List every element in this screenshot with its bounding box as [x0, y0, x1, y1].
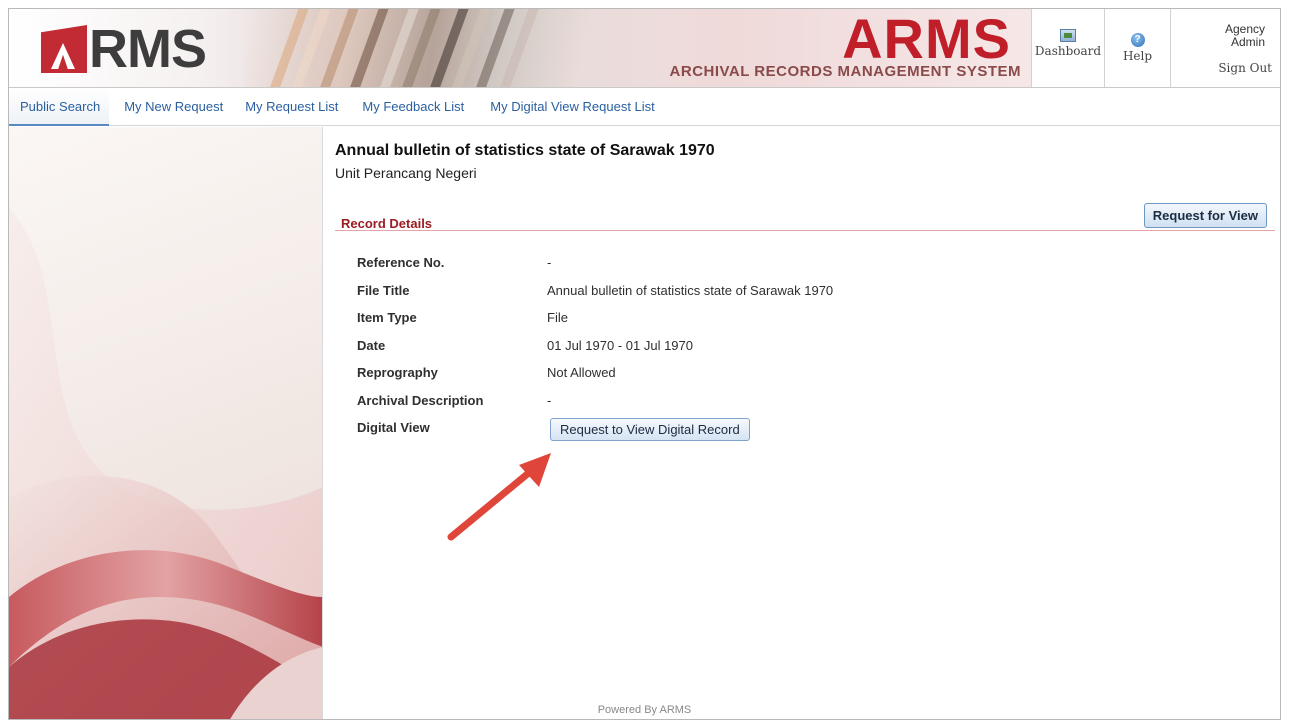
- tab-public-search[interactable]: Public Search: [9, 88, 110, 126]
- detail-value: 01 Jul 1970 - 01 Jul 1970: [547, 337, 693, 353]
- banner: RMS ARMS ARCHIVAL RECORDS MANAGEMENT SYS…: [9, 9, 1031, 87]
- detail-value: -: [547, 255, 552, 270]
- request-for-view-button[interactable]: Request for View: [1143, 203, 1267, 228]
- account-panel: Agency Admin Sign Out: [1170, 9, 1280, 87]
- record-title: Annual bulletin of statistics state of S…: [335, 142, 715, 159]
- logo-text: RMS: [89, 19, 207, 79]
- detail-value: Annual bulletin of statistics state of S…: [547, 282, 834, 298]
- footer-text: Powered By ARMS: [597, 704, 692, 716]
- dashboard-button[interactable]: Dashboard: [1031, 9, 1104, 87]
- record-content: Annual bulletin of statistics state of S…: [335, 127, 1275, 717]
- decorative-side-panel: [9, 127, 323, 719]
- decorative-swirl: [9, 207, 322, 719]
- tab-my-new-request[interactable]: My New Request: [109, 88, 223, 126]
- arms-logo[interactable]: RMS: [41, 19, 207, 79]
- detail-value: -: [547, 392, 552, 408]
- request-digital-record-button[interactable]: Request to View Digital Record: [550, 418, 750, 441]
- brand-title: ARMS: [842, 9, 1011, 70]
- brand-subtitle: ARCHIVAL RECORDS MANAGEMENT SYSTEM: [669, 63, 1021, 80]
- detail-label: Item Type: [357, 310, 417, 325]
- record-agency: Unit Perancang Negeri: [335, 165, 477, 181]
- header: RMS ARMS ARCHIVAL RECORDS MANAGEMENT SYS…: [9, 9, 1280, 88]
- detail-label: Reprography: [357, 365, 438, 380]
- app-window: RMS ARMS ARCHIVAL RECORDS MANAGEMENT SYS…: [8, 8, 1281, 720]
- detail-label: Digital View: [357, 420, 430, 435]
- logo-a-mark: [41, 25, 87, 73]
- help-icon: ?: [1130, 33, 1145, 47]
- tab-my-feedback-list[interactable]: My Feedback List: [338, 88, 464, 126]
- help-button[interactable]: ? Help: [1104, 9, 1170, 87]
- dashboard-label: Dashboard: [1034, 44, 1102, 58]
- detail-value: File: [547, 310, 568, 325]
- section-title: Record Details: [341, 216, 433, 231]
- detail-label: Archival Description: [357, 392, 484, 408]
- detail-label: File Title: [357, 282, 410, 298]
- main-nav: Public Search My New Request My Request …: [9, 88, 1280, 126]
- detail-value: Not Allowed: [547, 365, 616, 380]
- sign-out-link[interactable]: Sign Out: [1171, 61, 1280, 75]
- dashboard-icon: [1060, 29, 1076, 42]
- annotation-arrow-icon: [447, 453, 551, 541]
- tab-my-request-list[interactable]: My Request List: [223, 88, 338, 126]
- user-name-line2: Admin: [1230, 35, 1265, 49]
- tab-my-digital-view-request-list[interactable]: My Digital View Request List: [464, 88, 655, 126]
- record-details-header: Record Details Request for View: [335, 199, 1275, 231]
- help-label: Help: [1122, 49, 1153, 63]
- banner-photo: [244, 9, 664, 87]
- detail-label: Reference No.: [357, 255, 445, 270]
- detail-label: Date: [357, 337, 386, 353]
